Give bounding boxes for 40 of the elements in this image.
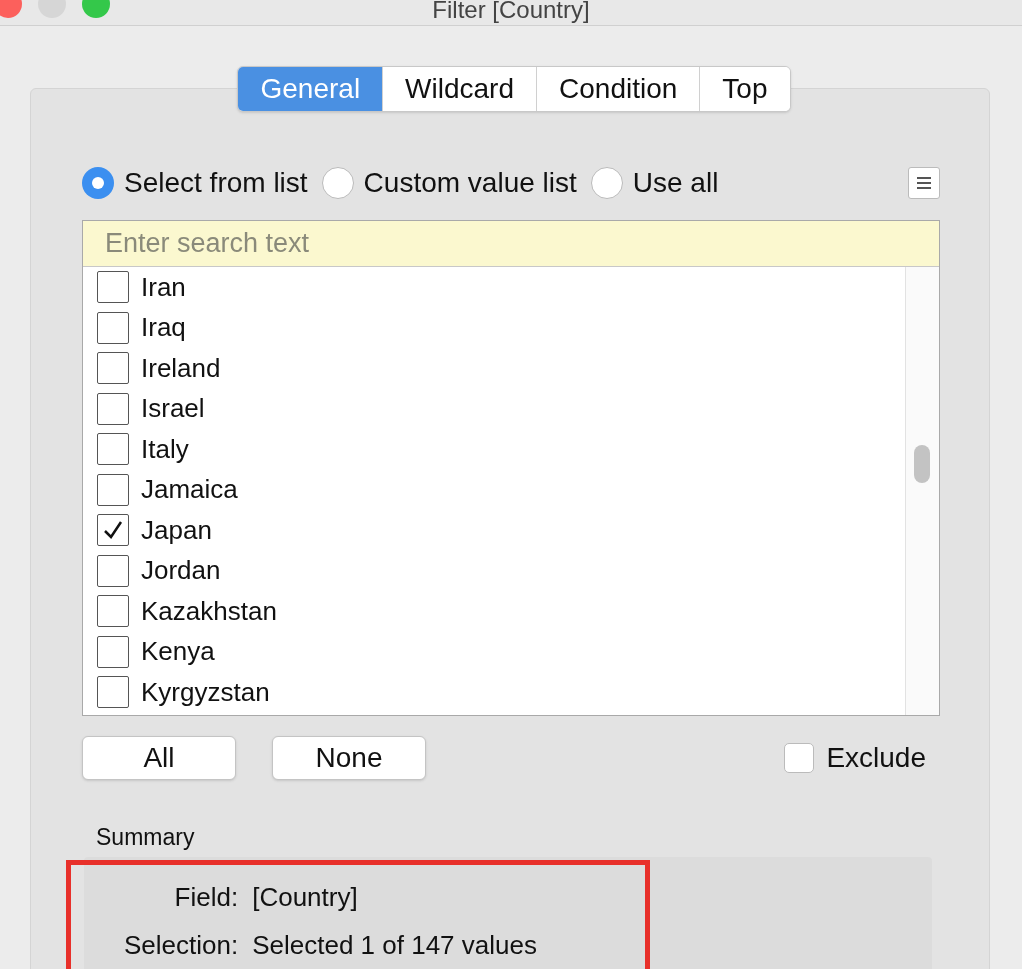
menu-icon[interactable] (908, 167, 940, 199)
radio-option[interactable]: Custom value list (321, 162, 577, 204)
summary-value: Selected 1 of 147 values (252, 930, 537, 960)
summary-label: Field: (173, 882, 239, 912)
list-item-label: Japan (141, 513, 212, 547)
list-item-label: Kazakhstan (141, 594, 277, 628)
checkbox[interactable] (97, 473, 129, 506)
tab[interactable]: Top (699, 67, 790, 111)
list-item-label: Italy (141, 432, 189, 466)
checkbox[interactable] (97, 595, 129, 628)
checkbox[interactable] (97, 311, 129, 344)
list-item-label: Ireland (141, 351, 221, 385)
window-title: Filter [Country] (432, 0, 590, 24)
checkbox[interactable] (784, 743, 815, 773)
search-field[interactable]: Enter search text (83, 221, 939, 267)
list-button[interactable]: None (272, 736, 426, 780)
checkbox[interactable] (97, 514, 129, 547)
checkbox[interactable] (97, 392, 129, 425)
summary-value: [Country] (252, 882, 359, 912)
checkbox[interactable] (97, 676, 129, 709)
checkbox[interactable] (97, 271, 129, 304)
radio-option[interactable]: Select from list (82, 162, 308, 204)
list-item-label: Iran (141, 270, 186, 304)
list-item-label: Kenya (141, 635, 215, 669)
checkbox[interactable] (97, 352, 129, 385)
list-item-label: Jordan (141, 554, 221, 588)
exclude-label: Exclude (826, 741, 926, 775)
list-button[interactable]: All (82, 736, 236, 780)
tab[interactable]: Wildcard (382, 67, 537, 111)
list-item-label: Israel (141, 392, 205, 426)
checkbox[interactable] (97, 554, 129, 587)
summary-title: Summary (96, 823, 196, 852)
checkbox[interactable] (97, 433, 129, 466)
checkbox[interactable] (97, 635, 129, 668)
list-item-label: Jamaica (141, 473, 238, 507)
radio-option[interactable]: Use all (590, 162, 719, 204)
summary-label: Selection: (123, 930, 239, 960)
list-item-label: Kyrgyzstan (141, 675, 270, 709)
list-item-label: Iraq (141, 311, 186, 345)
tab[interactable]: Condition (536, 67, 700, 111)
